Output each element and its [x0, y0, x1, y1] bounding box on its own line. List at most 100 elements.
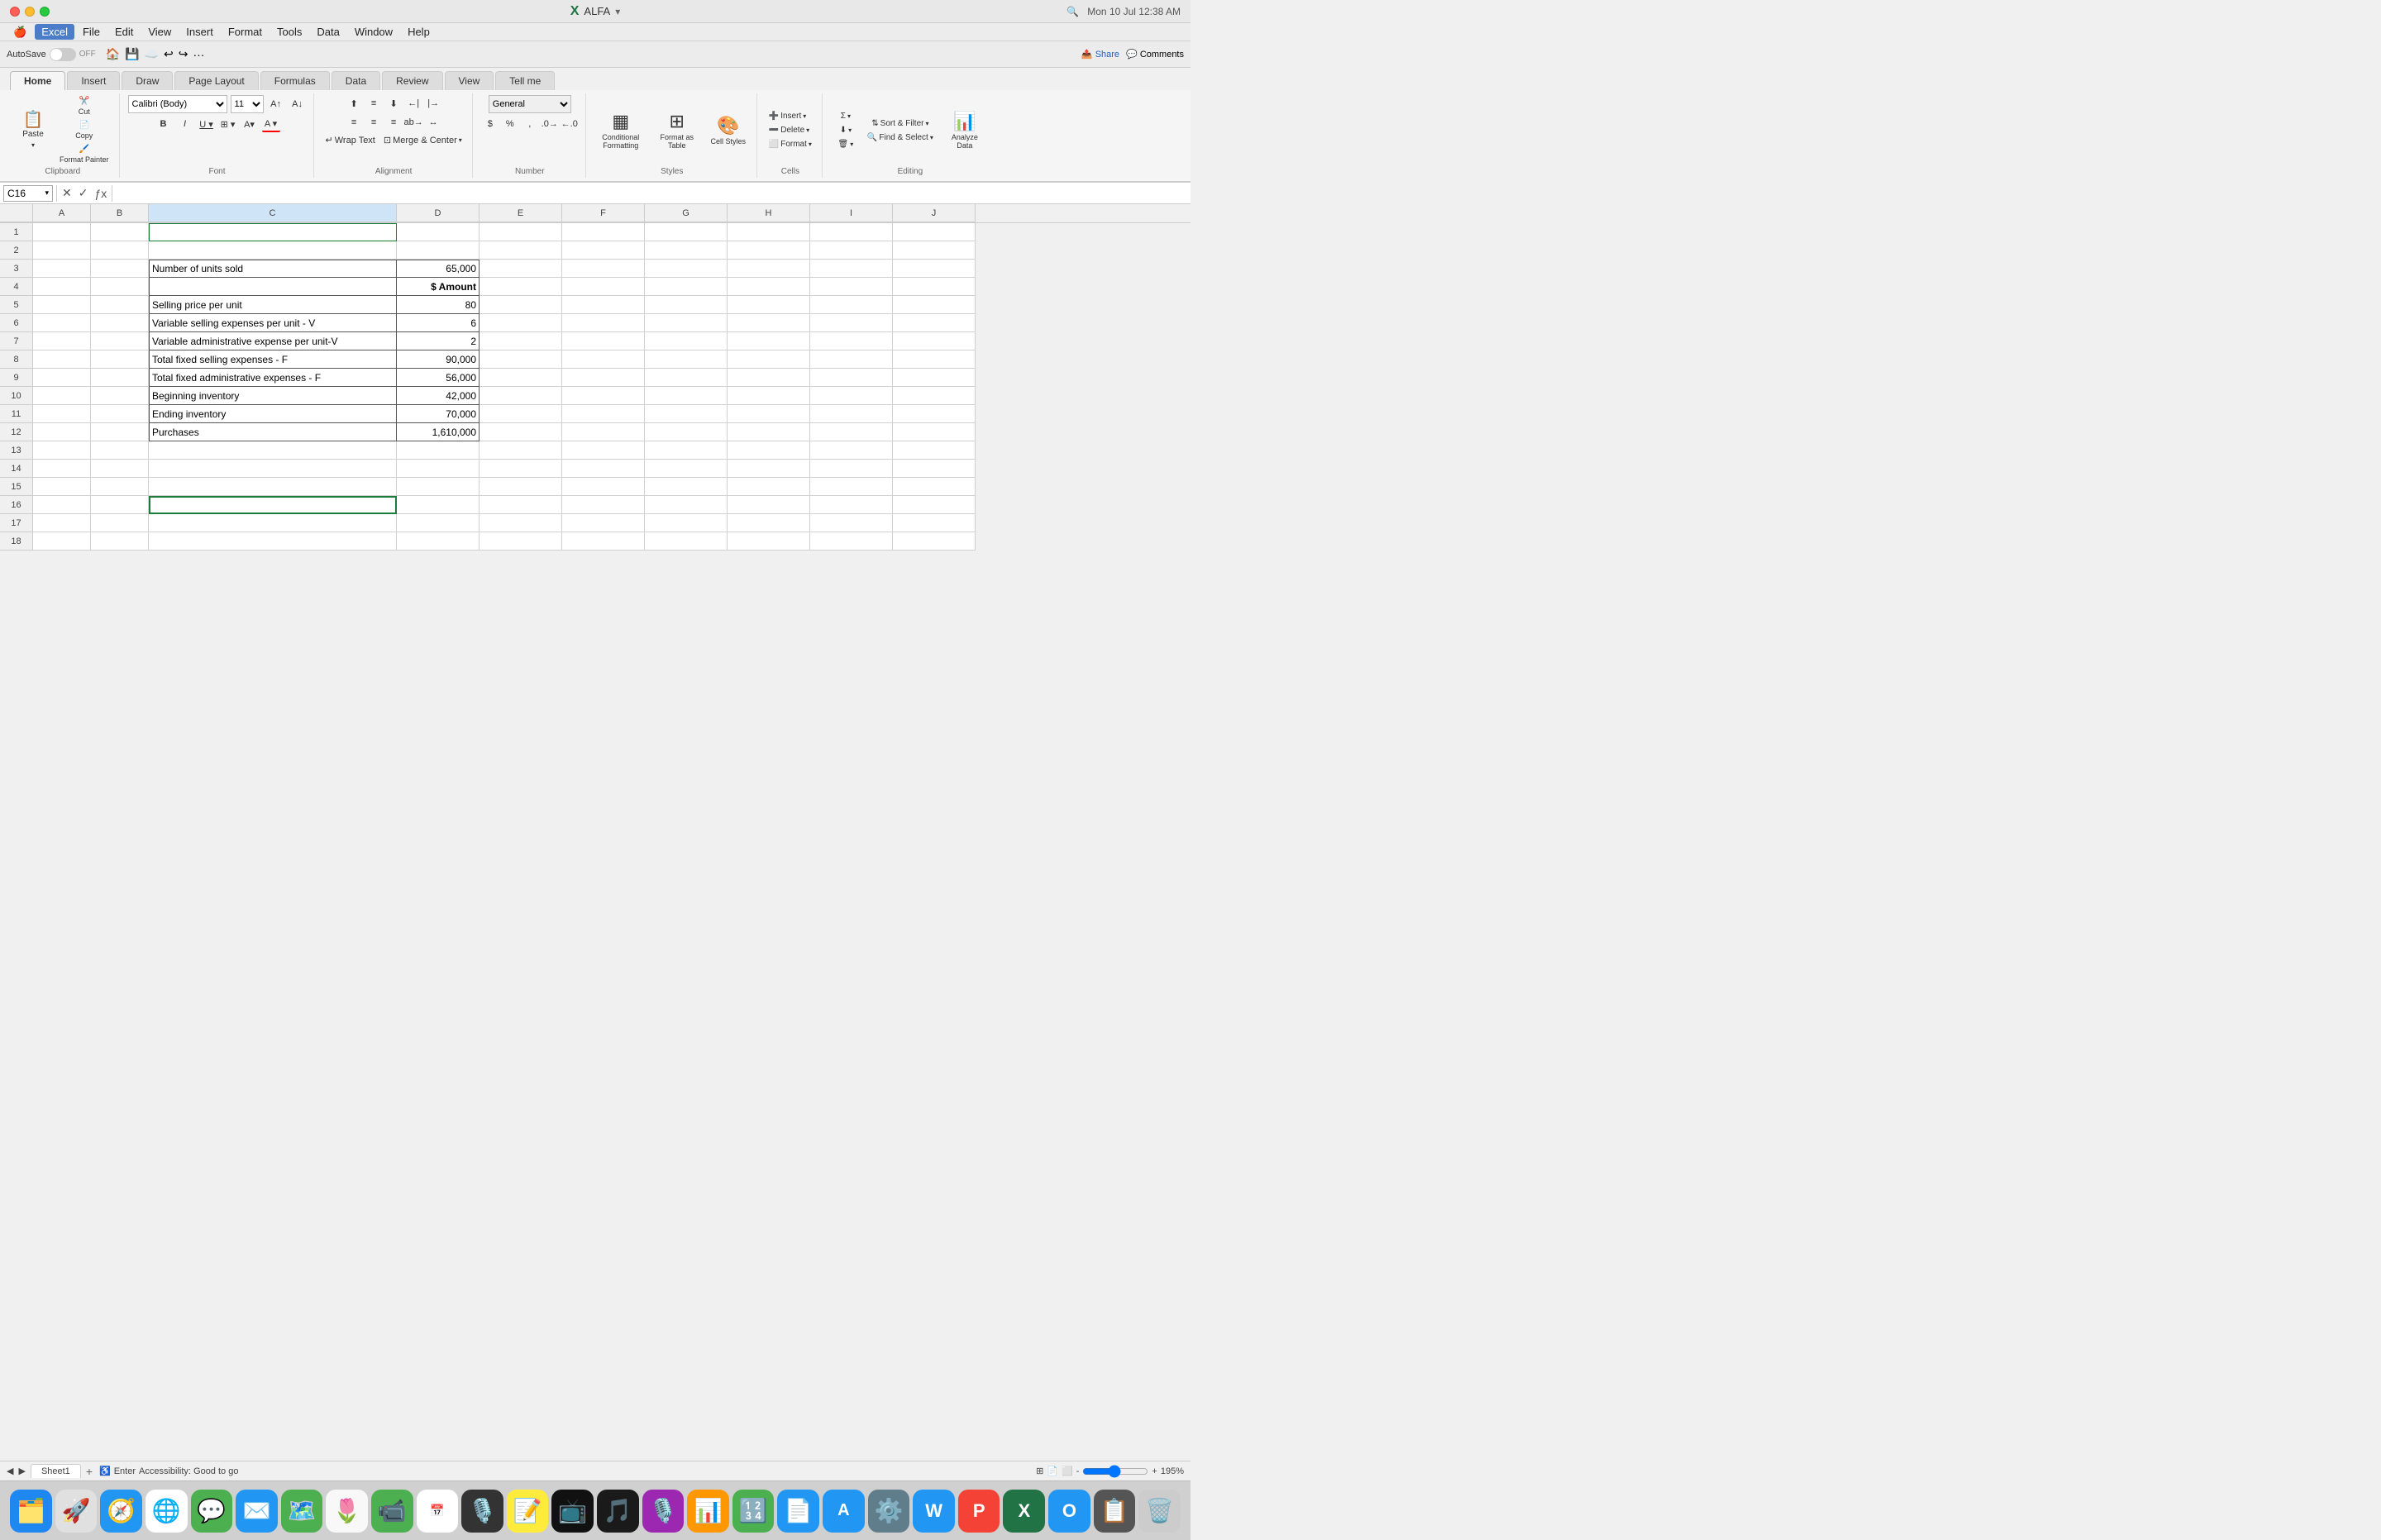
- font-color-button[interactable]: A ▾: [262, 116, 280, 132]
- row-header-12[interactable]: 12: [0, 423, 33, 441]
- cell-e14[interactable]: [480, 460, 562, 478]
- dock-numbers[interactable]: 🔢: [732, 1490, 775, 1533]
- cell-g7[interactable]: [645, 332, 728, 350]
- cell-b9[interactable]: [91, 369, 149, 387]
- page-layout-view-button[interactable]: 📄: [1047, 1466, 1058, 1476]
- sheet-tab-1[interactable]: Sheet1: [31, 1464, 81, 1478]
- autosave-pill[interactable]: [50, 48, 76, 61]
- cell-j13[interactable]: [893, 441, 976, 460]
- cell-j17[interactable]: [893, 514, 976, 532]
- col-header-c[interactable]: C: [149, 204, 397, 222]
- align-top-button[interactable]: ⬆: [345, 95, 363, 112]
- cell-b8[interactable]: [91, 350, 149, 369]
- more-icon[interactable]: ···: [193, 48, 204, 61]
- cell-j1[interactable]: [893, 223, 976, 241]
- cell-h17[interactable]: [728, 514, 810, 532]
- cell-f8[interactable]: [562, 350, 645, 369]
- dock-facetime[interactable]: 📹: [371, 1490, 413, 1533]
- cell-f3[interactable]: [562, 260, 645, 278]
- cell-a12[interactable]: [33, 423, 91, 441]
- increase-font-button[interactable]: A↑: [267, 96, 285, 112]
- dock-notes[interactable]: 📝: [507, 1490, 549, 1533]
- normal-view-button[interactable]: ⊞: [1036, 1466, 1043, 1476]
- zoom-in-button[interactable]: +: [1152, 1466, 1157, 1476]
- cell-h18[interactable]: [728, 532, 810, 551]
- cell-a16[interactable]: [33, 496, 91, 514]
- col-header-e[interactable]: E: [480, 204, 562, 222]
- cell-g5[interactable]: [645, 296, 728, 314]
- cell-a1[interactable]: [33, 223, 91, 241]
- cell-a9[interactable]: [33, 369, 91, 387]
- cell-d10[interactable]: 42,000: [397, 387, 480, 405]
- col-header-g[interactable]: G: [645, 204, 728, 222]
- cell-b15[interactable]: [91, 478, 149, 496]
- dock-pages[interactable]: 📄: [777, 1490, 819, 1533]
- nav-next-button[interactable]: ▶: [18, 1466, 25, 1476]
- cell-h3[interactable]: [728, 260, 810, 278]
- zoom-out-button[interactable]: -: [1076, 1466, 1080, 1476]
- cell-a18[interactable]: [33, 532, 91, 551]
- align-left-button[interactable]: ≡: [345, 114, 363, 131]
- cell-d4[interactable]: $ Amount: [397, 278, 480, 296]
- cell-j8[interactable]: [893, 350, 976, 369]
- row-header-7[interactable]: 7: [0, 332, 33, 350]
- cell-e15[interactable]: [480, 478, 562, 496]
- font-size-select[interactable]: 11: [231, 95, 264, 113]
- menu-tools[interactable]: Tools: [270, 24, 308, 40]
- dock-chrome[interactable]: 🌐: [146, 1490, 188, 1533]
- indent-increase-button[interactable]: |→: [424, 95, 442, 112]
- maximize-button[interactable]: [40, 7, 50, 17]
- cell-b7[interactable]: [91, 332, 149, 350]
- cell-c4[interactable]: [149, 278, 397, 296]
- cell-e8[interactable]: [480, 350, 562, 369]
- tab-insert[interactable]: Insert: [67, 71, 120, 90]
- paste-button[interactable]: 📋 Paste ▾: [13, 108, 53, 152]
- decrease-decimal-button[interactable]: ←.0: [561, 116, 579, 132]
- page-break-view-button[interactable]: ⬜: [1062, 1466, 1073, 1476]
- dock-notes2[interactable]: 📋: [1094, 1490, 1136, 1533]
- copy-button[interactable]: 📄 Copy: [56, 119, 112, 141]
- confirm-icon[interactable]: ✓: [77, 186, 90, 200]
- cell-d3[interactable]: 65,000: [397, 260, 480, 278]
- cell-e12[interactable]: [480, 423, 562, 441]
- tab-view[interactable]: View: [445, 71, 494, 90]
- comma-button[interactable]: ,: [521, 116, 539, 132]
- bold-button[interactable]: B: [155, 116, 173, 132]
- col-header-f[interactable]: F: [562, 204, 645, 222]
- cell-d11[interactable]: 70,000: [397, 405, 480, 423]
- format-as-table-button[interactable]: ⊞ Format as Table: [651, 109, 704, 152]
- close-button[interactable]: [10, 7, 20, 17]
- cell-a2[interactable]: [33, 241, 91, 260]
- row-header-8[interactable]: 8: [0, 350, 33, 369]
- delete-button[interactable]: ➖ Delete ▾: [766, 124, 815, 136]
- underline-button[interactable]: U ▾: [198, 116, 216, 132]
- cell-h1[interactable]: [728, 223, 810, 241]
- cell-g4[interactable]: [645, 278, 728, 296]
- cell-c13[interactable]: [149, 441, 397, 460]
- cell-c18[interactable]: [149, 532, 397, 551]
- cell-styles-button[interactable]: 🎨 Cell Styles: [707, 113, 750, 148]
- cell-j4[interactable]: [893, 278, 976, 296]
- apple-menu[interactable]: 🍎: [7, 24, 33, 41]
- cell-j12[interactable]: [893, 423, 976, 441]
- cell-b18[interactable]: [91, 532, 149, 551]
- cell-h2[interactable]: [728, 241, 810, 260]
- dock-finder[interactable]: 🗂️: [10, 1490, 52, 1533]
- dock-maps[interactable]: 🗺️: [281, 1490, 323, 1533]
- cell-f11[interactable]: [562, 405, 645, 423]
- cell-j11[interactable]: [893, 405, 976, 423]
- cell-c17[interactable]: [149, 514, 397, 532]
- find-select-button[interactable]: 🔍 Find & Select ▾: [864, 131, 937, 144]
- cell-g16[interactable]: [645, 496, 728, 514]
- cell-e6[interactable]: [480, 314, 562, 332]
- cell-d12[interactable]: 1,610,000: [397, 423, 480, 441]
- cell-b5[interactable]: [91, 296, 149, 314]
- dock-apple-tv[interactable]: 📺: [551, 1490, 594, 1533]
- cell-e16[interactable]: [480, 496, 562, 514]
- redo-icon[interactable]: ↪: [179, 47, 188, 61]
- cell-i4[interactable]: [810, 278, 893, 296]
- insert-function-icon[interactable]: ƒx: [93, 187, 108, 200]
- cell-b1[interactable]: [91, 223, 149, 241]
- cell-h8[interactable]: [728, 350, 810, 369]
- cell-i17[interactable]: [810, 514, 893, 532]
